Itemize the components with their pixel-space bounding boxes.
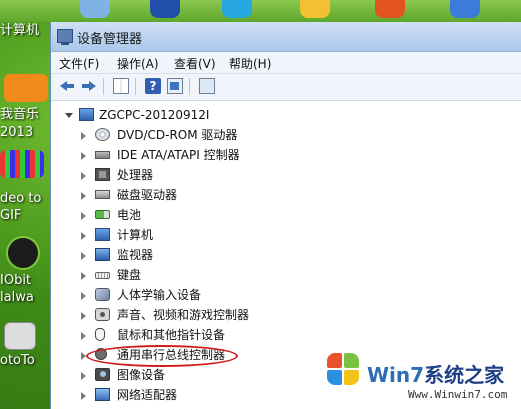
monitor-icon <box>95 248 110 261</box>
tree-node-label: 网络适配器 <box>117 388 178 402</box>
window-title: 设备管理器 <box>77 32 143 47</box>
tree-node-label: 键盘 <box>117 268 142 282</box>
watermark-url: Www.Winwin7.com <box>408 388 508 401</box>
tree-node-label: DVD/CD-ROM 驱动器 <box>117 128 238 142</box>
toolbar-separator <box>189 78 190 95</box>
phototo-app-icon[interactable] <box>4 322 36 350</box>
camera-icon <box>95 368 110 381</box>
usb-icon <box>95 348 107 360</box>
battery-icon <box>95 210 110 219</box>
ide-controller-icon <box>95 151 110 159</box>
expand-icon[interactable] <box>81 312 86 320</box>
gif-app-icon[interactable] <box>0 150 44 178</box>
windows-logo-icon <box>327 353 361 387</box>
title-bar[interactable]: 设备管理器 <box>51 22 521 52</box>
expand-icon[interactable] <box>81 332 86 340</box>
tree-node-label: IDE ATA/ATAPI 控制器 <box>117 148 240 162</box>
iobit-app-icon[interactable] <box>6 236 40 270</box>
computer-icon <box>79 108 94 121</box>
tree-node-label: 通用串行总线控制器 <box>117 348 226 362</box>
tree-node-label: 电池 <box>117 208 142 222</box>
top-app-icon-5[interactable] <box>375 0 405 18</box>
top-app-icon-6[interactable] <box>450 0 480 18</box>
menu-help[interactable]: 帮助(H) <box>229 55 271 72</box>
menu-bar: 文件(F) 操作(A) 查看(V) 帮助(H) <box>51 52 521 74</box>
tree-node-label: 鼠标和其他指针设备 <box>117 328 226 342</box>
watermark-brand: Win7系统之家 <box>367 359 504 388</box>
toolbar: ? <box>51 74 521 101</box>
disc-icon <box>95 128 110 141</box>
panel-icon[interactable] <box>167 78 183 94</box>
watermark-cn: 系统之家 <box>424 363 505 387</box>
expand-icon[interactable] <box>81 272 86 280</box>
forward-arrow-icon[interactable] <box>81 78 97 94</box>
tree-node-label: 声音、视频和游戏控制器 <box>117 308 250 322</box>
tree-node-label: 处理器 <box>117 168 154 182</box>
expand-icon[interactable] <box>81 352 86 360</box>
root-label: ZGCPC-20120912I <box>99 108 210 122</box>
expand-icon[interactable] <box>81 232 86 240</box>
toolbar-separator <box>135 78 136 95</box>
top-app-icon-2[interactable] <box>150 0 180 18</box>
network-icon <box>95 388 110 401</box>
expand-icon[interactable] <box>81 372 86 380</box>
tree-node-label: 人体学输入设备 <box>117 288 202 302</box>
toolbar-separator <box>103 78 104 95</box>
music-app-icon[interactable] <box>4 74 48 102</box>
top-app-icon-1[interactable] <box>80 0 110 18</box>
tree-node-label: 磁盘驱动器 <box>117 188 178 202</box>
cpu-icon <box>95 168 110 181</box>
help-icon[interactable]: ? <box>145 78 161 94</box>
watermark-seven: 7 <box>410 363 425 387</box>
expand-icon[interactable] <box>81 392 86 400</box>
device-manager-icon <box>57 29 73 45</box>
audio-icon <box>95 308 110 321</box>
mouse-icon <box>95 328 105 341</box>
back-arrow-icon[interactable] <box>59 78 75 94</box>
computer-icon <box>95 228 110 241</box>
menu-action[interactable]: 操作(A) <box>117 55 159 72</box>
menu-view[interactable]: 查看(V) <box>174 55 216 72</box>
device-manager-window: 设备管理器 文件(F) 操作(A) 查看(V) 帮助(H) ? ZGCPC-20… <box>50 22 521 409</box>
expand-icon[interactable] <box>81 172 86 180</box>
expand-icon[interactable] <box>81 192 86 200</box>
menu-file[interactable]: 文件(F) <box>59 55 99 72</box>
expand-icon[interactable] <box>81 212 86 220</box>
tree-node-label: 监视器 <box>117 248 154 262</box>
tree-node-label: 计算机 <box>117 228 154 242</box>
collapse-icon[interactable] <box>65 113 73 118</box>
hid-icon <box>95 288 110 301</box>
top-folder-icon[interactable] <box>300 0 330 18</box>
hdd-icon <box>95 190 110 199</box>
tree-node-label: 图像设备 <box>117 368 166 382</box>
expand-icon[interactable] <box>81 292 86 300</box>
top-icon-strip <box>0 0 521 22</box>
expand-icon[interactable] <box>81 152 86 160</box>
expand-icon[interactable] <box>81 252 86 260</box>
keyboard-icon <box>95 272 110 279</box>
expand-icon[interactable] <box>81 132 86 140</box>
watermark-win: Win <box>367 363 411 387</box>
properties-icon[interactable] <box>113 78 129 94</box>
top-ie-icon[interactable] <box>222 0 252 18</box>
scan-hardware-icon[interactable] <box>199 78 215 94</box>
